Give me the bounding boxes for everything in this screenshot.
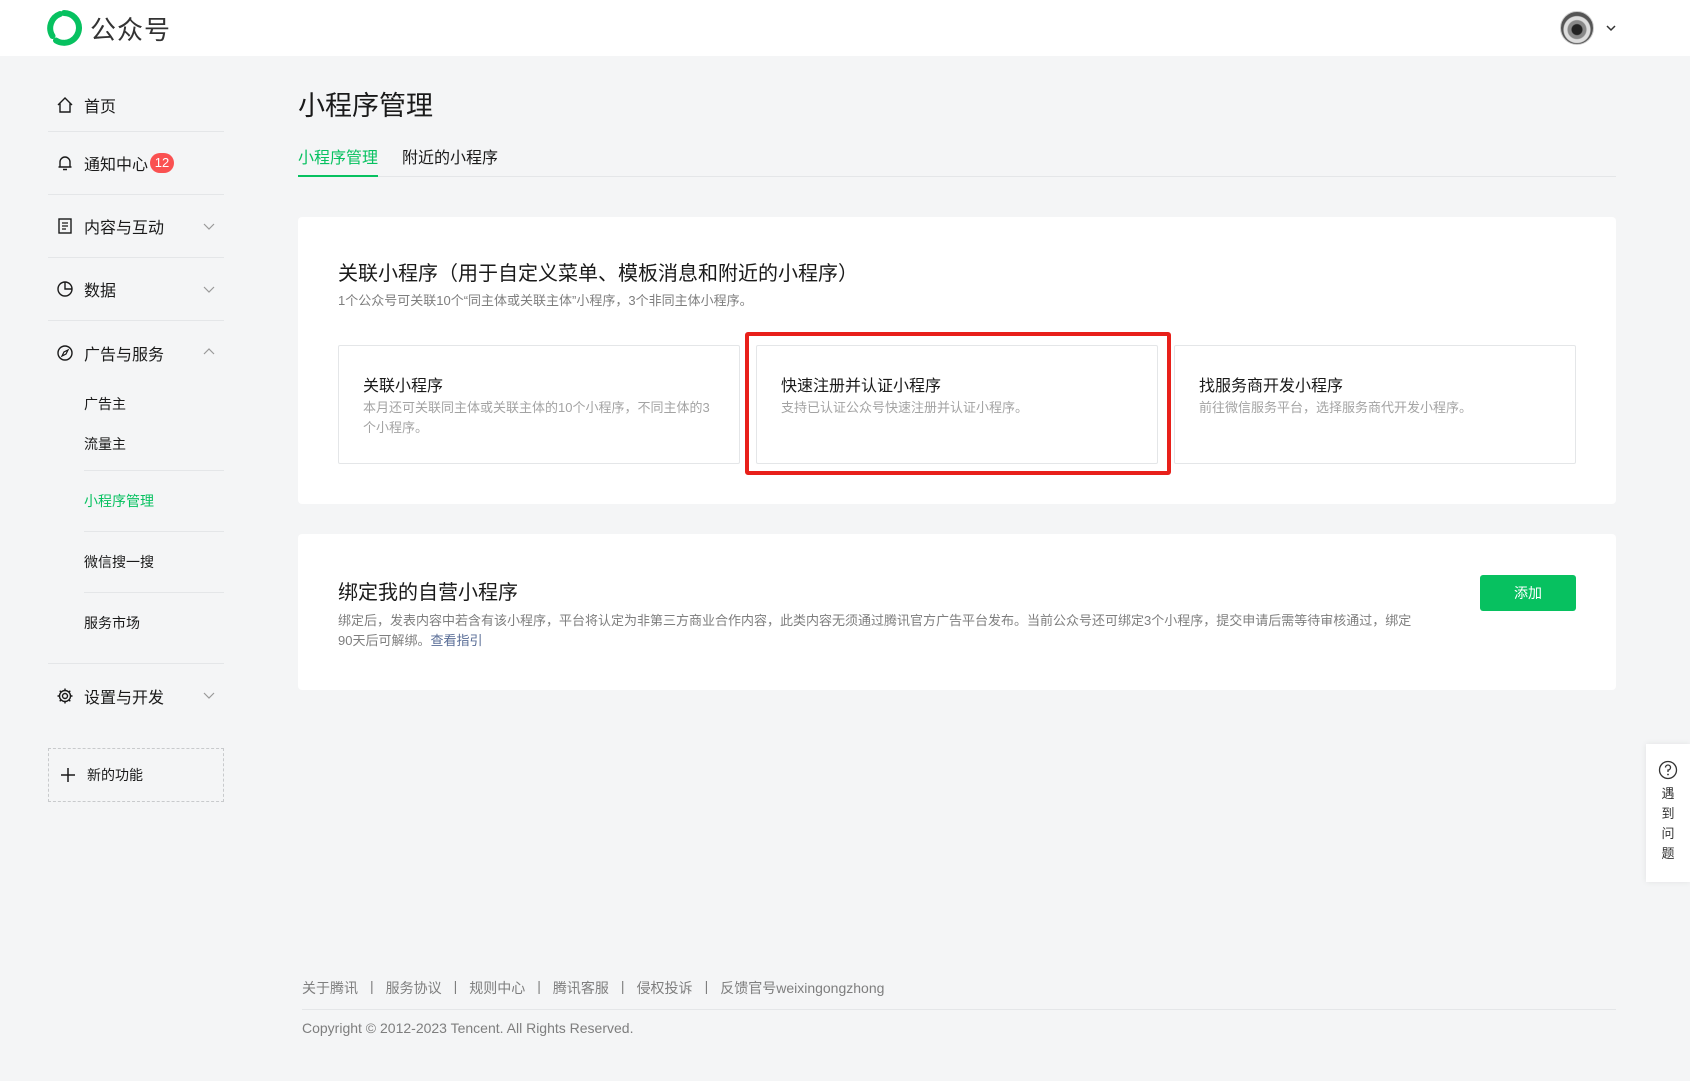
option-description: 支持已认证公众号快速注册并认证小程序。 — [781, 400, 1029, 415]
footer-separator: | — [453, 978, 458, 994]
section-description: 绑定后，发表内容中若含有该小程序，平台将认定为非第三方商业合作内容，此类内容无须… — [338, 611, 1418, 651]
sidebar: 首页 通知中心 12 内容与互动 数据 广告与服务 广告主 流量主 小程序管理 … — [48, 78, 224, 802]
top-bar: 公众号 — [0, 0, 1690, 56]
footer-link-infringement[interactable]: 侵权投诉 — [637, 978, 693, 998]
pie-chart-icon — [57, 281, 73, 297]
section-title: 绑定我的自营小程序 — [338, 582, 518, 604]
section-title: 关联小程序（用于自定义菜单、模板消息和附近的小程序） — [338, 263, 858, 285]
sidebar-subitem-wechat-search[interactable]: 微信搜一搜 — [48, 532, 224, 592]
sidebar-item-label: 内容与互动 — [84, 220, 165, 237]
view-guide-link[interactable]: 查看指引 — [430, 633, 482, 648]
document-icon — [58, 218, 72, 234]
sidebar-item-content[interactable]: 内容与互动 — [48, 195, 224, 258]
footer-link-about[interactable]: 关于腾讯 — [302, 978, 358, 998]
compass-icon — [57, 344, 73, 361]
footer-separator: | — [370, 978, 374, 994]
link-mini-program-option[interactable]: 关联小程序 本月还可关联同主体或关联主体的10个小程序，不同主体的3个小程序。 — [338, 345, 740, 464]
footer-separator: | — [704, 978, 709, 994]
option-title: 找服务商开发小程序 — [1199, 378, 1344, 395]
notification-badge: 12 — [150, 153, 175, 173]
sidebar-item-ads-services[interactable]: 广告与服务 — [48, 321, 224, 384]
chevron-down-icon — [203, 223, 215, 230]
footer-link-rules[interactable]: 规则中心 — [469, 978, 525, 998]
tab-mini-program-management[interactable]: 小程序管理 — [298, 144, 379, 177]
footer-link-feedback[interactable]: 反馈官号weixingongzhong — [720, 978, 884, 998]
chevron-down-icon — [203, 692, 215, 699]
sidebar-item-label: 数据 — [84, 283, 117, 300]
section-description: 1个公众号可关联10个“同主体或关联主体”小程序，3个非同主体小程序。 — [338, 293, 753, 308]
footer-separator: | — [537, 978, 541, 994]
find-service-provider-option[interactable]: 找服务商开发小程序 前往微信服务平台，选择服务商代开发小程序。 — [1174, 345, 1576, 464]
chevron-down-icon — [203, 286, 215, 293]
tab-bar: 小程序管理 附近的小程序 — [298, 142, 1616, 177]
logo[interactable]: 公众号 — [46, 10, 171, 46]
bind-description-text: 绑定后，发表内容中若含有该小程序，平台将认定为非第三方商业合作内容，此类内容无须… — [338, 613, 1412, 648]
sidebar-item-label: 广告与服务 — [84, 346, 165, 364]
link-mini-program-card: 关联小程序（用于自定义菜单、模板消息和附近的小程序） 1个公众号可关联10个“同… — [298, 217, 1616, 504]
account-menu[interactable] — [1560, 11, 1618, 45]
sidebar-item-label: 设置与开发 — [84, 689, 165, 707]
plus-icon — [61, 768, 75, 782]
gear-icon — [57, 688, 73, 703]
avatar[interactable] — [1560, 11, 1594, 45]
new-feature-button[interactable]: 新的功能 — [48, 748, 224, 802]
sidebar-item-settings[interactable]: 设置与开发 — [48, 664, 224, 727]
footer-divider — [302, 1009, 1616, 1010]
chevron-down-icon[interactable] — [1604, 21, 1618, 35]
tab-nearby-mini-programs[interactable]: 附近的小程序 — [402, 144, 498, 177]
question-circle-icon — [1658, 760, 1678, 780]
sidebar-subitem-service-market[interactable]: 服务市场 — [48, 593, 224, 653]
footer-link-agreement[interactable]: 服务协议 — [386, 978, 442, 998]
sidebar-item-label: 通知中心 — [84, 157, 149, 174]
new-feature-label: 新的功能 — [87, 767, 143, 783]
sidebar-subitem-mini-program[interactable]: 小程序管理 — [48, 471, 224, 531]
wechat-official-account-logo — [47, 10, 82, 46]
home-icon — [57, 96, 73, 113]
quick-register-mini-program-option[interactable]: 快速注册并认证小程序 支持已认证公众号快速注册并认证小程序。 — [756, 345, 1158, 464]
help-side-tab[interactable]: 遇到问题 — [1646, 744, 1690, 882]
sidebar-item-label: 首页 — [84, 98, 117, 116]
option-title: 关联小程序 — [363, 378, 444, 395]
sidebar-subitem-publisher[interactable]: 流量主 — [48, 424, 224, 464]
sidebar-subitem-advertiser[interactable]: 广告主 — [48, 384, 224, 424]
bell-icon — [58, 156, 72, 171]
option-description: 前往微信服务平台，选择服务商代开发小程序。 — [1199, 400, 1473, 415]
ads-services-submenu: 广告主 流量主 小程序管理 微信搜一搜 服务市场 — [48, 384, 224, 664]
bind-mini-program-card: 绑定我的自营小程序 绑定后，发表内容中若含有该小程序，平台将认定为非第三方商业合… — [298, 534, 1616, 690]
copyright: Copyright © 2012-2023 Tencent. All Right… — [302, 1020, 634, 1036]
sidebar-item-data[interactable]: 数据 — [48, 258, 224, 321]
option-description: 本月还可关联同主体或关联主体的10个小程序，不同主体的3个小程序。 — [363, 400, 710, 435]
chevron-up-icon — [203, 348, 215, 355]
footer-links: 关于腾讯 | 服务协议 | 规则中心 | 腾讯客服 | 侵权投诉 | 反馈官号w… — [302, 978, 884, 998]
help-label: 遇到问题 — [1661, 786, 1675, 861]
footer-separator: | — [620, 978, 625, 994]
sidebar-item-notifications[interactable]: 通知中心 12 — [48, 132, 224, 195]
sidebar-item-home[interactable]: 首页 — [48, 78, 224, 132]
footer-link-support[interactable]: 腾讯客服 — [553, 978, 609, 998]
add-button[interactable]: 添加 — [1480, 575, 1576, 611]
page-title: 小程序管理 — [298, 91, 433, 121]
option-title: 快速注册并认证小程序 — [781, 378, 942, 395]
app-name: 公众号 — [90, 14, 172, 45]
